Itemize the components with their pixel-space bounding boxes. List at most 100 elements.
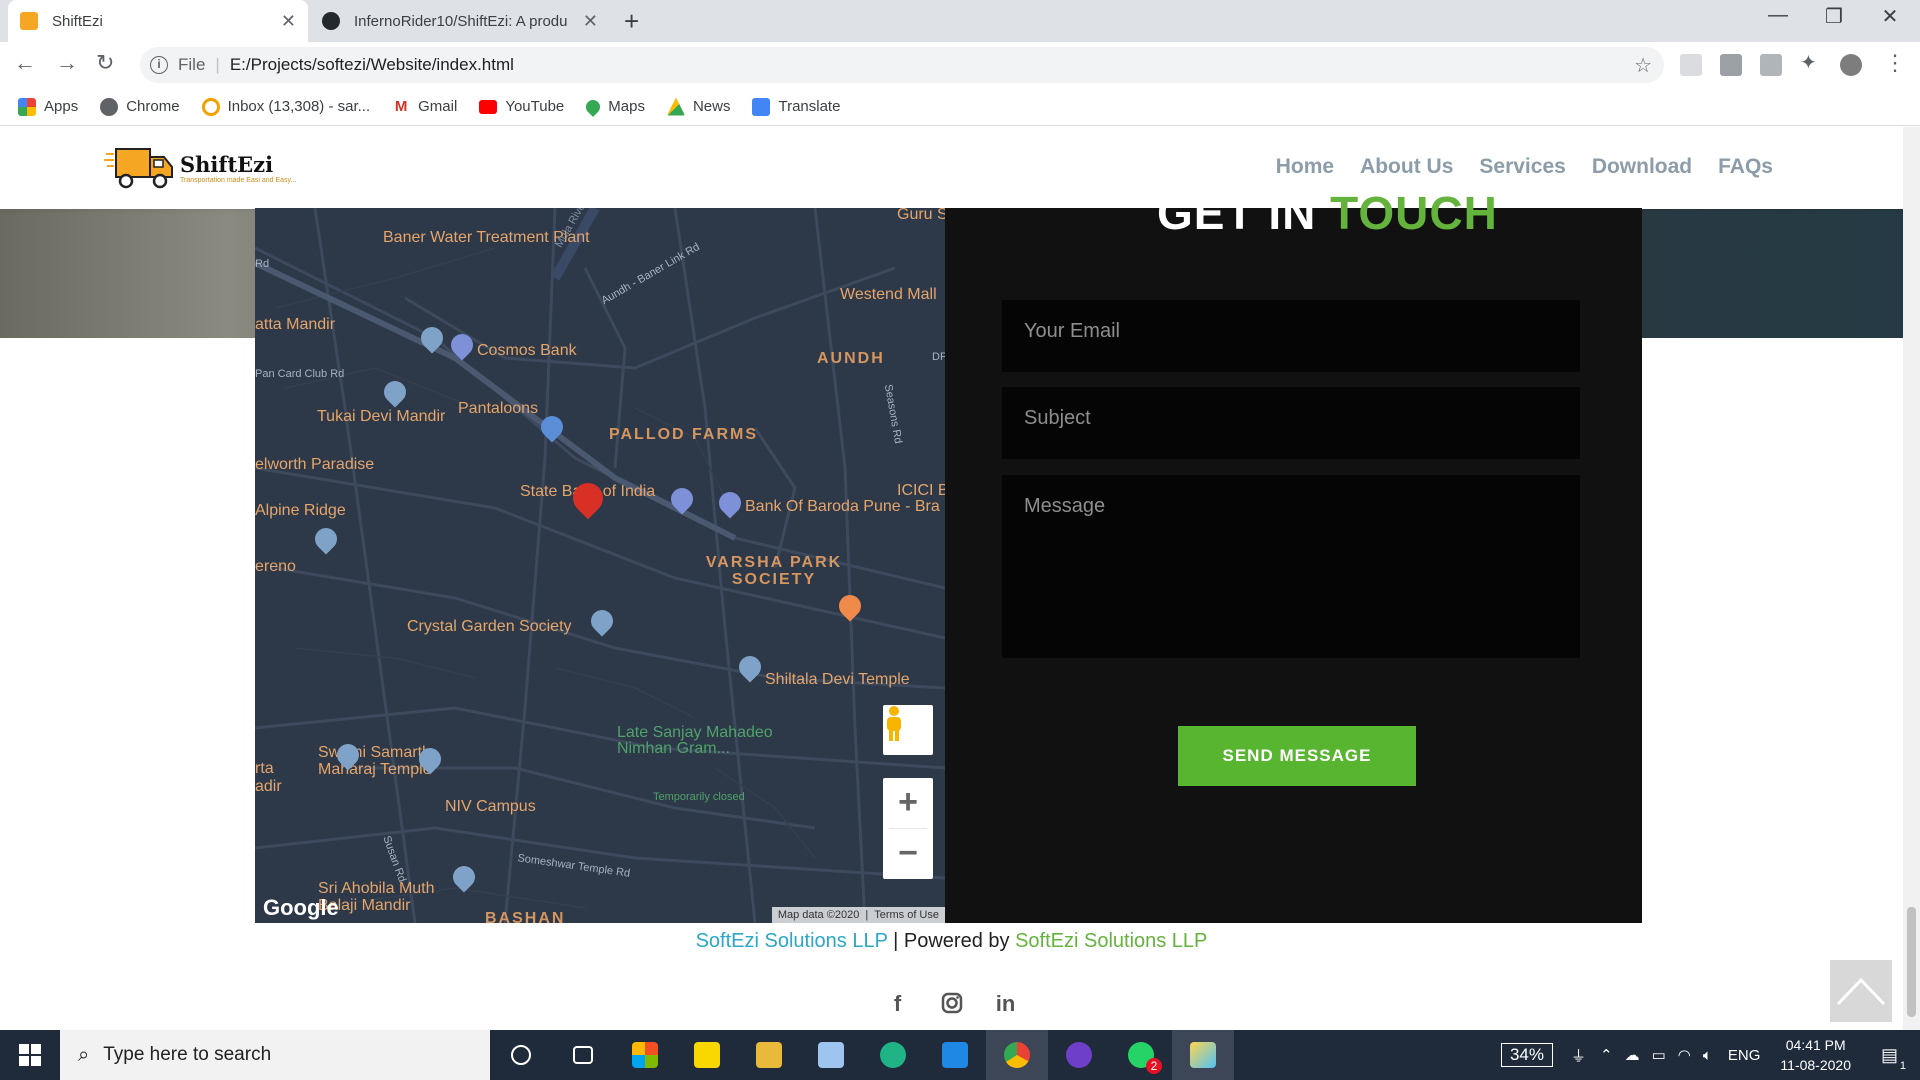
translate-icon bbox=[752, 97, 771, 116]
wifi-icon[interactable]: ◠ bbox=[1678, 1046, 1691, 1064]
scrollbar-thumb[interactable] bbox=[1907, 907, 1916, 1017]
close-icon[interactable]: ✕ bbox=[583, 11, 598, 32]
taskbar-3d-viewer[interactable] bbox=[800, 1030, 862, 1080]
cortana-button[interactable] bbox=[490, 1030, 552, 1080]
taskbar-github-desktop[interactable] bbox=[1048, 1030, 1110, 1080]
tab-shiftezi[interactable]: ShiftEzi ✕ bbox=[8, 0, 308, 42]
browser-toolbar: ← → ↻ i File | E:/Projects/softezi/Websi… bbox=[0, 42, 1920, 88]
terms-of-use-link[interactable]: Terms of Use bbox=[874, 909, 939, 921]
bookmark-star-icon[interactable]: ☆ bbox=[1634, 53, 1652, 78]
language-indicator[interactable]: ENG bbox=[1728, 1047, 1761, 1064]
map-label: Bank Of Baroda Pune - Bra bbox=[745, 498, 940, 515]
pdf-extension-icon[interactable] bbox=[1720, 54, 1742, 76]
windows-start-button[interactable] bbox=[0, 1030, 60, 1080]
bookmark-label: Gmail bbox=[418, 98, 458, 115]
nav-about-us[interactable]: About Us bbox=[1360, 155, 1453, 179]
maps-icon bbox=[583, 96, 604, 117]
message-field[interactable]: Message bbox=[1002, 475, 1580, 658]
profile-avatar[interactable] bbox=[1840, 54, 1862, 76]
map-area-label: PALLOD FARMS bbox=[609, 426, 759, 443]
zoom-in-button[interactable]: + bbox=[883, 778, 933, 828]
contact-title-white: GET IN bbox=[1157, 187, 1317, 239]
company-link[interactable]: SoftEzi Solutions LLP bbox=[696, 930, 888, 952]
bookmark-news[interactable]: News bbox=[666, 97, 730, 116]
nav-faqs[interactable]: FAQs bbox=[1718, 155, 1773, 179]
reload-icon[interactable]: ↻ bbox=[96, 50, 114, 76]
bookmark-maps[interactable]: Maps bbox=[583, 96, 645, 117]
site-logo[interactable]: ShiftEzi Transportation made Easi and Ea… bbox=[104, 145, 296, 191]
vscode-icon bbox=[942, 1042, 968, 1068]
scroll-to-top-button[interactable] bbox=[1830, 960, 1892, 1022]
bookmark-translate[interactable]: Translate bbox=[752, 97, 840, 116]
taskbar-chrome[interactable] bbox=[986, 1030, 1048, 1080]
minimize-button[interactable]: — bbox=[1750, 4, 1806, 27]
menu-kebab-icon[interactable]: ⋮ bbox=[1884, 50, 1906, 76]
chevron-up-icon[interactable]: ⌃ bbox=[1600, 1046, 1613, 1064]
taskbar-vscode[interactable] bbox=[924, 1030, 986, 1080]
logo-name: ShiftEzi bbox=[180, 152, 274, 177]
logo-tagline: Transportation made Easi and Easy... bbox=[180, 177, 297, 184]
cube-icon bbox=[818, 1042, 844, 1068]
folder-icon bbox=[756, 1042, 782, 1068]
instagram-icon[interactable] bbox=[940, 992, 964, 1016]
taskbar-store[interactable] bbox=[614, 1030, 676, 1080]
address-url[interactable]: E:/Projects/softezi/Website/index.html bbox=[230, 55, 514, 75]
close-window-button[interactable]: ✕ bbox=[1862, 4, 1918, 29]
bookmark-gmail[interactable]: M Gmail bbox=[392, 98, 457, 116]
task-view-icon bbox=[573, 1046, 593, 1064]
footer-separator: | Powered by bbox=[893, 930, 1010, 952]
send-message-button[interactable]: SEND MESSAGE bbox=[1178, 726, 1416, 786]
google-map-embed[interactable]: Baner Water Treatment Plant Cosmos Bank … bbox=[255, 208, 945, 923]
back-arrow-icon[interactable]: ← bbox=[14, 50, 36, 76]
taskbar-sticky-notes[interactable] bbox=[676, 1030, 738, 1080]
info-icon[interactable]: i bbox=[150, 56, 168, 74]
bookmark-apps[interactable]: Apps bbox=[18, 97, 78, 116]
task-view-button[interactable] bbox=[552, 1030, 614, 1080]
nav-services[interactable]: Services bbox=[1479, 155, 1565, 179]
subject-field[interactable]: Subject bbox=[1002, 387, 1580, 459]
taskbar-whatsapp[interactable]: 2 bbox=[1110, 1030, 1172, 1080]
volume-icon[interactable]: 🔈︎ bbox=[1703, 1047, 1712, 1064]
nav-download[interactable]: Download bbox=[1592, 155, 1692, 179]
map-label: elworth Paradise bbox=[255, 456, 375, 473]
taskbar-paint[interactable] bbox=[1172, 1030, 1234, 1080]
battery-icon[interactable]: ▭ bbox=[1652, 1046, 1666, 1064]
street-view-pegman[interactable] bbox=[883, 705, 933, 755]
bookmark-inbox[interactable]: Inbox (13,308) - sar... bbox=[201, 97, 370, 116]
map-attribution: Map data ©2020 | Terms of Use bbox=[771, 907, 945, 923]
map-label: Tukai Devi Mandir bbox=[317, 408, 446, 425]
puzzle-extensions-icon[interactable]: ✦ bbox=[1800, 50, 1822, 74]
tab-github[interactable]: InfernoRider10/ShiftEzi: A produ ✕ bbox=[310, 0, 610, 42]
zoom-out-button[interactable]: − bbox=[883, 829, 933, 879]
page-scrollbar[interactable] bbox=[1903, 127, 1920, 1030]
forward-arrow-icon[interactable]: → bbox=[56, 50, 78, 76]
bookmark-label: Maps bbox=[608, 98, 645, 115]
nav-home[interactable]: Home bbox=[1276, 155, 1334, 179]
powered-by-link[interactable]: SoftEzi Solutions LLP bbox=[1015, 930, 1207, 952]
facebook-icon[interactable]: f bbox=[886, 992, 910, 1016]
onedrive-cloud-icon[interactable]: ☁ bbox=[1625, 1046, 1640, 1064]
action-center-icon[interactable]: ▤ 1 bbox=[1881, 1045, 1906, 1072]
extension-icon[interactable] bbox=[1680, 54, 1702, 76]
linkedin-icon[interactable]: in bbox=[994, 992, 1018, 1016]
map-label: Guru S bbox=[897, 208, 945, 223]
email-field[interactable]: Your Email bbox=[1002, 300, 1580, 372]
notification-badge: 2 bbox=[1146, 1058, 1162, 1074]
windows-logo-icon bbox=[19, 1044, 41, 1066]
extension-icon[interactable] bbox=[1760, 54, 1782, 76]
clock[interactable]: 04:41 PM 11-08-2020 bbox=[1780, 1035, 1851, 1075]
tab-title: InfernoRider10/ShiftEzi: A produ bbox=[354, 12, 568, 30]
taskbar-file-explorer[interactable] bbox=[738, 1030, 800, 1080]
address-bar[interactable]: i File | E:/Projects/softezi/Website/ind… bbox=[140, 47, 1664, 83]
taskbar-gitkraken[interactable] bbox=[862, 1030, 924, 1080]
maximize-button[interactable]: ❐ bbox=[1806, 4, 1862, 29]
map-label: Sri Ahobila Muth Balaji Mandir bbox=[318, 880, 435, 914]
youtube-icon bbox=[479, 99, 498, 114]
taskbar-search-input[interactable]: ⌕ Type here to search bbox=[60, 1030, 490, 1080]
map-zoom-controls: + − bbox=[883, 778, 933, 879]
bookmark-youtube[interactable]: YouTube bbox=[479, 98, 564, 115]
bookmark-chrome[interactable]: Chrome bbox=[100, 97, 180, 116]
battery-indicator[interactable]: 34% bbox=[1500, 1043, 1553, 1067]
close-icon[interactable]: ✕ bbox=[281, 11, 296, 32]
new-tab-button[interactable]: + bbox=[624, 6, 639, 37]
